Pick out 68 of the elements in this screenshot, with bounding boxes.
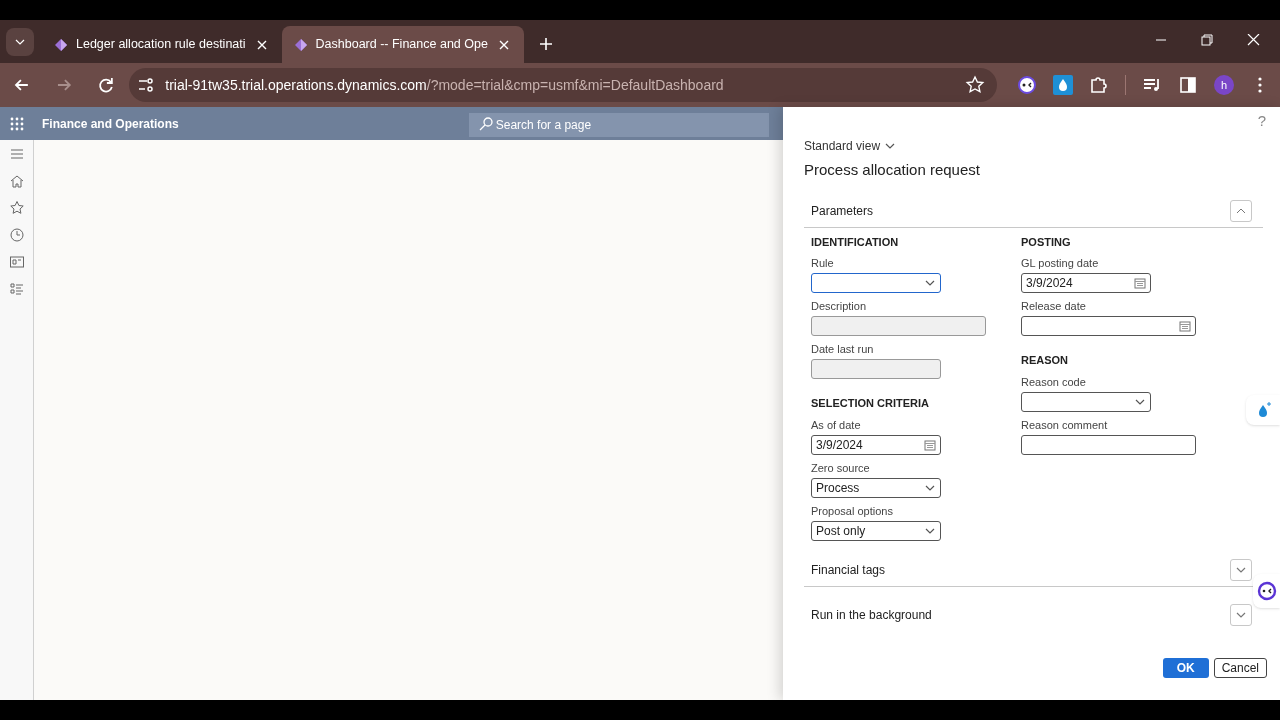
date-field[interactable]: 3/9/2024 — [1021, 273, 1151, 293]
help-button[interactable]: ? — [1257, 111, 1266, 129]
field-label: GL posting date — [1021, 256, 1100, 270]
ok-button[interactable]: OK — [1162, 658, 1209, 678]
input-field[interactable] — [811, 316, 986, 336]
field-label: Description — [811, 299, 868, 313]
ghost-face-icon[interactable] — [1017, 75, 1037, 95]
water-drop-icon[interactable] — [1053, 75, 1073, 95]
home-icon[interactable] — [8, 173, 25, 189]
diamond-icon — [54, 37, 68, 52]
section-toggle-button[interactable] — [1230, 559, 1252, 581]
section-title: Run in the background — [811, 606, 932, 624]
dropdown-field[interactable]: Process — [811, 477, 941, 498]
calendar-icon — [924, 438, 936, 451]
app-title: Finance and Operations — [42, 115, 179, 133]
dialog-title: Process allocation request — [804, 160, 981, 180]
calendar-icon — [1134, 277, 1146, 289]
puzzle-piece-icon[interactable] — [1089, 75, 1109, 95]
address-bar[interactable]: trial-91tw35.trial.operations.dynamics.com/?mode=trial&cmp=usmf&mi=DefaultDashboard — [129, 68, 997, 102]
close-icon — [498, 39, 509, 50]
field-label: Proposal options — [811, 503, 894, 518]
input-field[interactable] — [811, 359, 941, 379]
dropdown-field[interactable] — [811, 273, 941, 293]
star-icon[interactable] — [8, 200, 25, 216]
star-icon[interactable] — [965, 75, 985, 95]
cancel-button[interactable]: Cancel — [1213, 658, 1267, 678]
dropdown-field[interactable]: Post only — [811, 520, 941, 541]
search-field[interactable]: Search for a page — [468, 112, 769, 137]
field-label: As of date — [811, 417, 862, 432]
profile-avatar[interactable]: h — [1214, 75, 1234, 95]
search-icon — [478, 116, 493, 131]
app-launcher-icon[interactable] — [10, 116, 24, 131]
clock-icon[interactable] — [8, 227, 25, 243]
workspace-icon[interactable] — [8, 254, 25, 270]
url-text: trial-91tw35.trial.operations.dynamics.com/?mode=trial&cmp=usmf&mi=DefaultDashboard — [165, 75, 725, 95]
section-toggle-button[interactable] — [1230, 603, 1252, 626]
group-heading: REASON — [1021, 353, 1070, 368]
date-field[interactable] — [1021, 316, 1196, 336]
field-label: Zero source — [811, 460, 871, 475]
floating-assistant-button[interactable] — [1246, 395, 1280, 425]
group-heading: POSTING — [1021, 234, 1072, 250]
section-toggle-button[interactable] — [1230, 200, 1252, 222]
diamond-icon — [293, 37, 308, 52]
section-title: Parameters — [811, 203, 874, 220]
floating-chat-button[interactable] — [1253, 574, 1280, 608]
field-label: Reason code — [1021, 374, 1087, 389]
browser-tab[interactable]: Dashboard -- Finance and Ope — [281, 26, 524, 63]
field-label: Date last run — [811, 342, 875, 356]
section-title: Financial tags — [811, 562, 886, 579]
ghost-face-icon — [1256, 581, 1277, 601]
list-icon[interactable] — [8, 281, 25, 297]
group-heading: SELECTION CRITERIA — [811, 396, 930, 411]
field-label: Release date — [1021, 299, 1087, 313]
input-field[interactable] — [1021, 434, 1196, 455]
tab-list-button[interactable] — [6, 28, 34, 56]
close-icon — [256, 39, 267, 50]
plus-icon — [539, 38, 552, 50]
group-heading: IDENTIFICATION — [811, 234, 900, 250]
side-panel-icon[interactable] — [1178, 75, 1198, 95]
view-selector[interactable]: Standard view — [804, 137, 897, 155]
calendar-icon — [1179, 320, 1191, 332]
dropdown-field[interactable] — [1021, 391, 1151, 412]
field-label: Reason comment — [1021, 417, 1109, 432]
field-label: Rule — [811, 256, 835, 270]
browser-tab[interactable]: Ledger allocation rule destinati — [42, 26, 282, 63]
tab-title: Dashboard -- Finance and Ope — [315, 36, 488, 54]
date-field[interactable]: 3/9/2024 — [811, 434, 941, 455]
tab-title: Ledger allocation rule destinati — [76, 36, 246, 54]
